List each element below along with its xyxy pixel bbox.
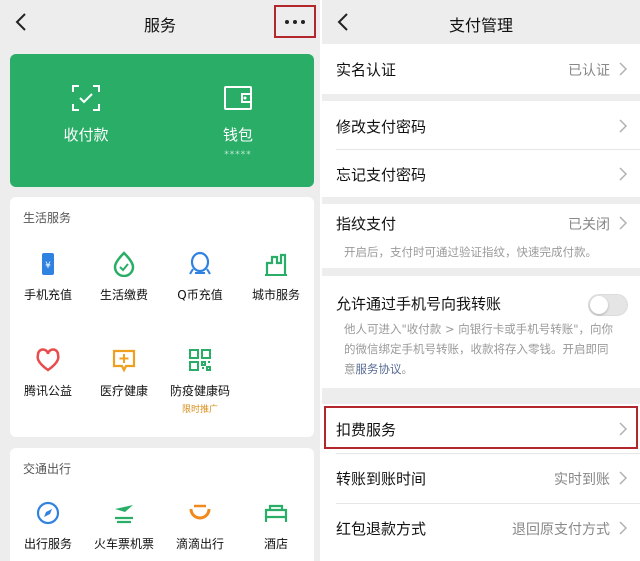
medical-button[interactable]: 医疗健康 [86,347,162,399]
row-label: 允许通过手机号向我转账 [336,295,502,313]
chevron-right-icon [619,62,628,76]
more-options-button[interactable] [274,5,316,38]
row-value: 实时到账 [554,472,610,488]
hotel-bed-icon [264,504,288,522]
fingerprint-row[interactable]: 指纹支付 已关闭 [322,198,640,248]
payment-navbar: 支付管理 [322,0,640,44]
chevron-right-icon [619,167,628,181]
row-label: 忘记支付密码 [336,166,427,184]
row-value: 已关闭 [568,217,610,233]
redpacket-refund-row[interactable]: 红包退款方式 退回原支付方式 [322,503,640,553]
page-title: 支付管理 [448,16,513,35]
payment-management-screen: 支付管理 实名认证 已认证 修改支付密码 忘记支付密码 指纹支付 已关闭 开启后… [322,0,640,561]
city-service-icon [265,253,287,276]
svg-text:¥: ¥ [45,261,51,271]
row-label: 实名认证 [336,61,397,79]
chevron-right-icon [619,521,628,535]
forgot-password-row[interactable]: 忘记支付密码 [322,149,640,199]
realname-row[interactable]: 实名认证 已认证 [322,44,640,94]
password-group: 修改支付密码 忘记支付密码 [322,101,640,197]
dot-icon [293,19,297,24]
service-agreement-link[interactable]: 服务协议 [356,362,402,376]
utility-payment-button[interactable]: 生活缴费 [86,251,162,303]
section-title: 交通出行 [23,462,72,476]
service-label: 出行服务 [23,537,72,551]
section-title: 生活服务 [23,211,72,225]
description-text: 意 [344,362,356,376]
medical-icon [112,349,136,373]
scan-pay-icon [72,85,100,111]
row-value: 已认证 [568,63,610,79]
service-label: 手机充值 [23,288,72,302]
service-label: 滴滴出行 [175,537,224,551]
description-line: 他人可进入"收付款 > 向银行卡或手机号转账"，向你 [344,322,614,336]
change-password-row[interactable]: 修改支付密码 [322,101,640,151]
receive-pay-button[interactable]: 收付款 [10,54,162,187]
didi-icon [189,504,211,520]
description-text: 。 [401,362,414,376]
health-code-button[interactable]: 防疫健康码 限时推广 [162,347,238,415]
dot-icon [301,19,305,24]
service-label: 防疫健康码 [169,384,230,398]
dot-icon [285,19,289,24]
deduction-highlight-box [324,406,638,449]
toggle-knob [590,296,608,314]
phone-recharge-button[interactable]: ¥ 手机充值 [10,251,86,303]
life-services-section: 生活服务 ¥ 手机充值 生活缴费 Q币充值 城市服务 腾讯公益 医疗健康 防疫健… [10,197,314,437]
wallet-icon [224,86,252,110]
wallet-balance-masked: ***** [224,150,252,160]
train-plane-icon [115,505,133,524]
qq-coin-button[interactable]: Q币充值 [162,251,238,303]
service-label: 酒店 [263,537,288,551]
row-label: 修改支付密码 [336,118,427,136]
health-code-icon [189,349,211,371]
city-service-button[interactable]: 城市服务 [238,251,314,303]
promo-tag: 限时推广 [181,405,218,415]
qq-coin-icon [189,251,211,275]
service-label: 生活缴费 [99,288,148,302]
arrival-time-row[interactable]: 转账到账时间 实时到账 [322,453,640,503]
service-label: 腾讯公益 [23,384,72,398]
description-line: 意服务协议。 [344,359,626,379]
chevron-right-icon [619,471,628,485]
fingerprint-description: 开启后，支付时可通过验证指纹，快速完成付款。 [344,245,597,259]
fingerprint-group: 指纹支付 已关闭 开启后，支付时可通过验证指纹，快速完成付款。 [322,204,640,268]
wallet-button[interactable]: 钱包 ***** [162,54,314,187]
row-label: 指纹支付 [336,215,397,233]
phone-recharge-icon: ¥ [42,253,54,275]
service-label: 医疗健康 [99,384,148,398]
transport-section: 交通出行 出行服务 火车票机票 滴滴出行 酒店 [10,448,314,561]
row-label: 红包退款方式 [336,520,427,538]
phone-transfer-description: 他人可进入"收付款 > 向银行卡或手机号转账"，向你 的微信绑定手机号转账，收款… [344,319,626,379]
train-plane-button[interactable]: 火车票机票 [86,500,162,552]
service-label: 城市服务 [251,288,300,302]
phone-transfer-toggle[interactable] [588,294,628,316]
services-navbar: 服务 [0,0,320,44]
receive-pay-label: 收付款 [63,126,109,144]
chevron-right-icon [619,119,628,133]
didi-button[interactable]: 滴滴出行 [162,500,238,552]
services-screen: 服务 收付款 钱包 ***** 生活服务 ¥ 手机充值 生活缴费 Q币充值 城市… [0,0,320,561]
service-label: Q币充值 [177,288,223,302]
description-line: 的微信绑定手机号转账，收款将存入零钱。开启即同 [344,342,609,356]
row-value: 退回原支付方式 [512,522,610,538]
charity-heart-icon [36,348,60,372]
phone-transfer-group: 允许通过手机号向我转账 他人可进入"收付款 > 向银行卡或手机号转账"，向你 的… [322,276,640,388]
payment-card: 收付款 钱包 ***** [10,54,314,187]
travel-service-button[interactable]: 出行服务 [10,500,86,552]
chevron-right-icon [619,216,628,230]
service-label: 火车票机票 [93,537,154,551]
charity-button[interactable]: 腾讯公益 [10,347,86,399]
row-label: 转账到账时间 [336,470,427,488]
travel-compass-icon [36,501,60,525]
hotel-button[interactable]: 酒店 [238,500,314,552]
wallet-label: 钱包 [222,126,253,144]
realname-group: 实名认证 已认证 [322,44,640,94]
utility-payment-icon [113,251,135,277]
page-title: 服务 [143,16,176,35]
